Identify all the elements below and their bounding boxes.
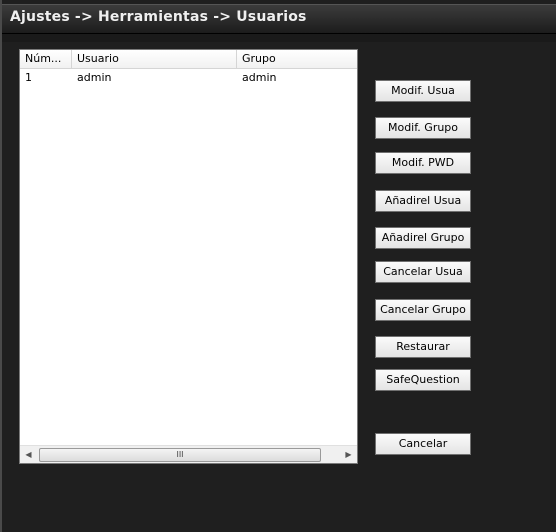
anadir-grupo-button[interactable]: Añadirel Grupo bbox=[375, 227, 471, 249]
title-bar: Ajustes -> Herramientas -> Usuarios bbox=[2, 4, 556, 34]
cell-usuario: admin bbox=[77, 71, 112, 84]
column-header-num[interactable]: Núm... bbox=[20, 50, 72, 68]
column-header-grupo[interactable]: Grupo bbox=[237, 50, 357, 68]
cancelar-button[interactable]: Cancelar bbox=[375, 433, 471, 455]
scroll-left-arrow-icon[interactable]: ◀ bbox=[20, 446, 37, 463]
scroll-thumb-grip: III bbox=[176, 450, 184, 459]
cell-grupo: admin bbox=[242, 71, 277, 84]
modif-usua-button[interactable]: Modif. Usua bbox=[375, 80, 471, 102]
anadir-usua-button[interactable]: Añadirel Usua bbox=[375, 190, 471, 212]
modif-pwd-button[interactable]: Modif. PWD bbox=[375, 152, 471, 174]
modif-grupo-button[interactable]: Modif. Grupo bbox=[375, 117, 471, 139]
table-header: Núm... Usuario Grupo bbox=[20, 50, 357, 69]
table-row[interactable]: 1 admin admin bbox=[20, 70, 357, 85]
safequestion-button[interactable]: SafeQuestion bbox=[375, 369, 471, 391]
scroll-right-arrow-icon[interactable]: ▶ bbox=[340, 446, 357, 463]
restaurar-button[interactable]: Restaurar bbox=[375, 336, 471, 358]
scroll-thumb[interactable]: III bbox=[39, 448, 321, 462]
title-divider bbox=[2, 34, 556, 42]
column-header-usuario[interactable]: Usuario bbox=[72, 50, 237, 68]
horizontal-scrollbar[interactable]: ◀ III ▶ bbox=[20, 445, 357, 463]
users-dialog: Ajustes -> Herramientas -> Usuarios Núm.… bbox=[0, 0, 556, 532]
cancelar-grupo-button[interactable]: Cancelar Grupo bbox=[375, 299, 471, 321]
cell-num: 1 bbox=[25, 71, 32, 84]
cancelar-usua-button[interactable]: Cancelar Usua bbox=[375, 261, 471, 283]
dialog-title: Ajustes -> Herramientas -> Usuarios bbox=[10, 9, 307, 25]
users-table[interactable]: Núm... Usuario Grupo 1 admin admin ◀ III… bbox=[19, 49, 358, 464]
